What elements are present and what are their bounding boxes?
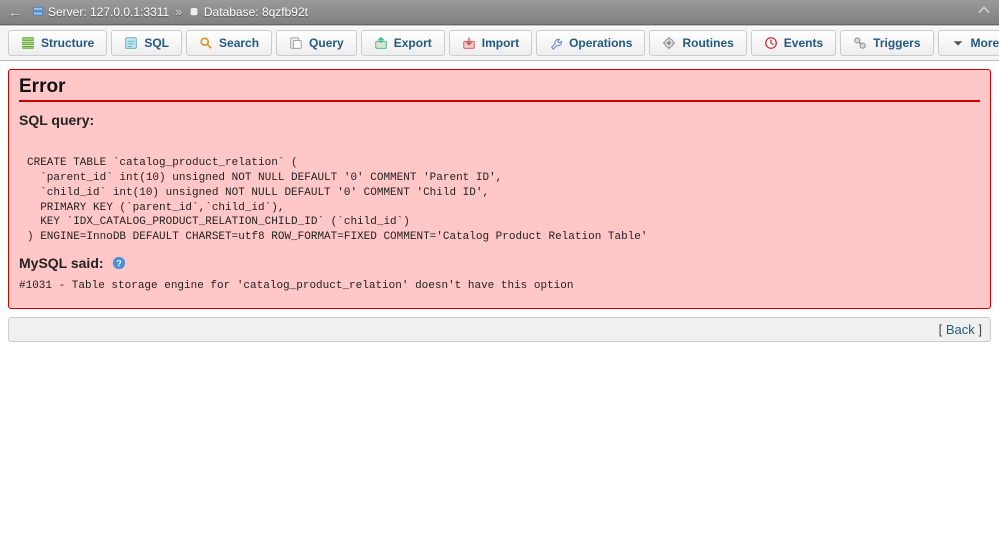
search-icon xyxy=(199,36,213,50)
tab-export-label: Export xyxy=(394,36,432,50)
svg-text:?: ? xyxy=(116,259,121,269)
breadcrumb-bar: ← Server: 127.0.0.1:3311 » Database: 8qz… xyxy=(0,0,999,25)
error-title: Error xyxy=(19,76,980,102)
tab-more[interactable]: More xyxy=(938,30,999,56)
main-tabs: Structure SQL Search Query Export Import… xyxy=(0,25,999,61)
database-icon xyxy=(188,6,200,18)
tab-more-label: More xyxy=(971,36,999,50)
breadcrumb-database[interactable]: Database: 8qzfb92t xyxy=(204,5,308,19)
events-icon xyxy=(764,36,778,50)
tab-triggers-label: Triggers xyxy=(873,36,920,50)
tab-routines[interactable]: Routines xyxy=(649,30,746,56)
query-icon xyxy=(289,36,303,50)
tab-search-label: Search xyxy=(219,36,259,50)
tab-operations-label: Operations xyxy=(569,36,632,50)
import-icon xyxy=(462,36,476,50)
tab-query[interactable]: Query xyxy=(276,30,357,56)
nav-back-icon[interactable]: ← xyxy=(8,4,22,20)
routines-icon xyxy=(662,36,676,50)
mysql-said-heading: MySQL said: ? xyxy=(19,255,980,271)
breadcrumb-server-label: Server: xyxy=(48,5,90,19)
breadcrumb-server-value: 127.0.0.1:3311 xyxy=(90,5,169,19)
tab-query-label: Query xyxy=(309,36,344,50)
tab-import-label: Import xyxy=(482,36,519,50)
tab-structure[interactable]: Structure xyxy=(8,30,107,56)
collapse-panel-icon[interactable] xyxy=(977,4,991,21)
chevron-down-icon xyxy=(951,36,965,50)
tab-events[interactable]: Events xyxy=(751,30,836,56)
tab-search[interactable]: Search xyxy=(186,30,272,56)
mysql-error-message: #1031 - Table storage engine for 'catalo… xyxy=(19,275,980,294)
operations-icon xyxy=(549,36,563,50)
sql-query-body: CREATE TABLE `catalog_product_relation` … xyxy=(19,132,980,245)
sql-icon xyxy=(124,36,138,50)
help-icon[interactable]: ? xyxy=(112,256,126,270)
error-panel: Error SQL query: CREATE TABLE `catalog_p… xyxy=(8,69,991,309)
tab-structure-label: Structure xyxy=(41,36,94,50)
breadcrumb-db-value: 8qzfb92t xyxy=(262,5,308,19)
export-icon xyxy=(374,36,388,50)
tab-routines-label: Routines xyxy=(682,36,733,50)
sql-query-label: SQL query: xyxy=(19,112,980,128)
structure-icon xyxy=(21,36,35,50)
footer-bar: [ Back ] xyxy=(8,317,991,342)
tab-sql[interactable]: SQL xyxy=(111,30,182,56)
tab-sql-label: SQL xyxy=(144,36,169,50)
tab-operations[interactable]: Operations xyxy=(536,30,645,56)
breadcrumb-db-label: Database: xyxy=(204,5,262,19)
tab-events-label: Events xyxy=(784,36,823,50)
tab-export[interactable]: Export xyxy=(361,30,445,56)
breadcrumb-server[interactable]: Server: 127.0.0.1:3311 xyxy=(48,5,169,19)
breadcrumb-sep: » xyxy=(175,5,182,19)
tab-triggers[interactable]: Triggers xyxy=(840,30,933,56)
server-icon xyxy=(32,6,44,18)
back-link[interactable]: Back xyxy=(946,322,975,337)
mysql-said-label: MySQL said: xyxy=(19,255,104,271)
triggers-icon xyxy=(853,36,867,50)
tab-import[interactable]: Import xyxy=(449,30,532,56)
